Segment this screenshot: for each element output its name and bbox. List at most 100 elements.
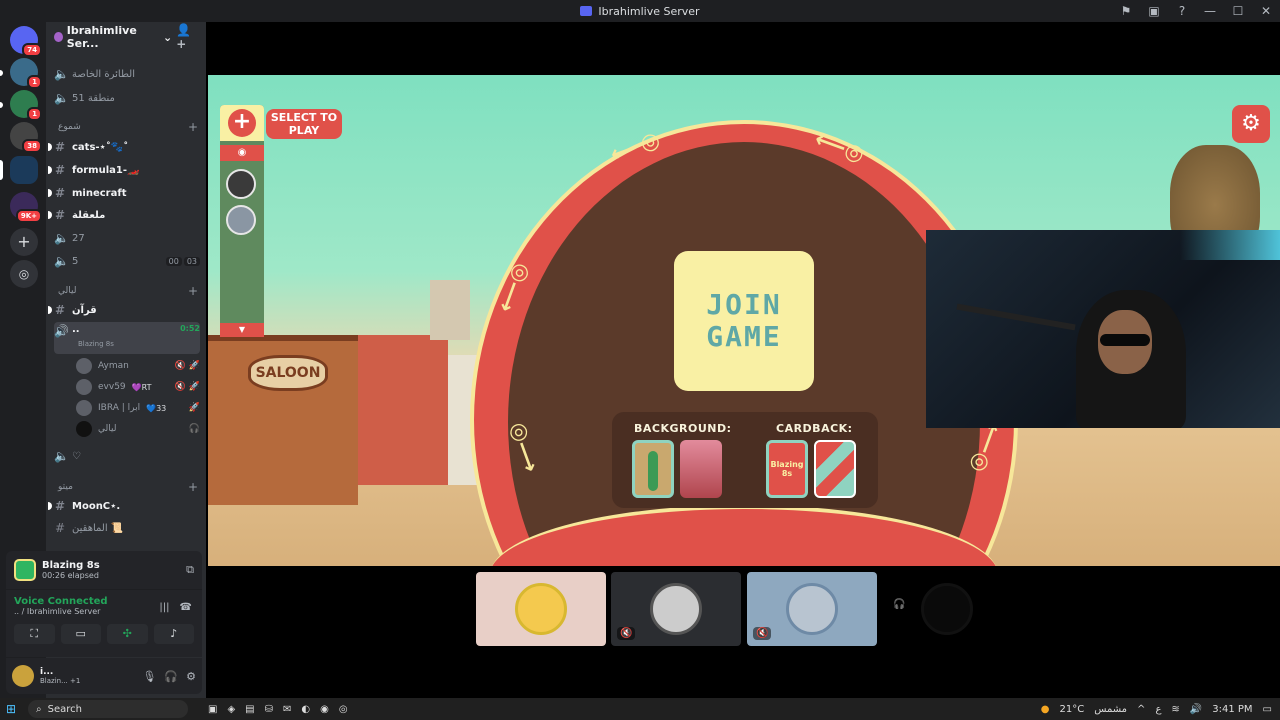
text-channel-quran[interactable]: # قرآن [48,300,200,320]
server-icon[interactable]: 1 [10,58,42,89]
ibrahimlive-server-icon[interactable] [10,156,38,184]
weather-temp[interactable]: 21°C [1060,704,1085,715]
text-channel-moonc[interactable]: # MoonC⋆. [48,496,200,516]
add-channel-icon[interactable]: + [188,480,198,494]
voice-channel[interactable]: 🔈 منطقة 51 [54,88,200,108]
add-server-icon[interactable]: + [10,228,38,256]
cardback-option-stripes[interactable] [814,440,856,498]
add-channel-icon[interactable]: + [188,284,198,298]
server-icon[interactable]: 9K+ [10,192,42,223]
window-title: Ibrahimlive Server [580,5,700,18]
user-name[interactable]: i... [40,667,80,677]
voice-user-name: Ayman [98,361,129,371]
channel-name: ♡ [72,450,81,462]
text-channel-minecraft[interactable]: # minecraft [48,183,200,203]
activity-button[interactable]: ✣ [107,624,148,644]
unread-dot [48,166,52,174]
scroll-down-icon[interactable]: ▼ [220,323,264,337]
microphone-arm [956,303,1076,331]
activity-panel[interactable]: Blazing 8s 00:26 elapsed ⧉ [6,551,202,589]
selected-pill [0,160,3,180]
category-header[interactable]: ميتو + [58,480,198,494]
settings-gear-icon[interactable]: ⚙ [186,670,196,683]
voice-user[interactable]: evv59 💜RT 🔇 🚀 [76,377,200,397]
unread-dot [48,143,52,151]
category-header[interactable]: شموع + [58,120,198,134]
clock[interactable]: 3:41 PM [1212,704,1252,715]
screen-share-button[interactable]: ▭ [60,624,101,644]
background-option-canyon[interactable] [680,440,722,498]
task-view-icon[interactable]: ▣ [208,704,217,715]
voice-channel[interactable]: 🔈 ♡ [54,446,200,466]
server-badge: 1 [27,107,42,121]
voice-channel[interactable]: 🔈 5 00 03 [54,251,200,271]
server-header[interactable]: Ibrahimlive Ser... ⌄ 👤+ [46,22,206,52]
deafened-icon: 🎧 [188,424,200,434]
channel-name: cats-⋆˚🐾˚ [72,141,129,153]
hash-icon: # [54,499,66,513]
text-channel[interactable]: # الماهقين 📜 [54,518,200,538]
popout-icon[interactable]: ⧉ [186,563,194,577]
noise-suppression-icon[interactable]: ||| [159,602,169,613]
channel-name: formula1-🏎️ [72,164,140,176]
copilot-icon[interactable]: ◈ [227,704,235,715]
chrome-icon[interactable]: ◎ [339,704,348,715]
add-channel-icon[interactable]: + [188,120,198,134]
select-to-play-button[interactable]: + [220,105,264,141]
explore-icon[interactable]: ◎ [10,260,38,288]
voice-channel[interactable]: 🔈 الطائرة الخاصة [54,64,200,84]
file-explorer-icon[interactable]: ▤ [245,704,254,715]
discord-icon[interactable]: ◉ [320,704,329,715]
speaker-icon: 🔈 [54,449,69,463]
voice-user[interactable]: Ayman 🔇 🚀 [76,356,200,376]
wifi-icon[interactable]: ≋ [1171,704,1179,715]
screen-icon[interactable]: ▣ [1140,4,1168,18]
inbox-icon[interactable]: ⚑ [1112,4,1140,18]
participant-tile[interactable]: 🎧 [882,572,1012,646]
taskbar-search[interactable]: ⌕ Search [28,700,188,718]
bell-tower [430,280,470,340]
mail-icon[interactable]: ✉ [283,704,291,715]
maximize-button[interactable]: ☐ [1224,4,1252,18]
direct-messages-button[interactable]: 74 [10,26,42,57]
edge-icon[interactable]: ◐ [301,704,310,715]
disconnect-icon[interactable]: ☎ [180,602,192,613]
cardback-option-blazing[interactable]: Blazing 8s [766,440,808,498]
participant-tile[interactable]: 🔇 [747,572,877,646]
join-game-button[interactable]: JOIN GAME [674,251,814,391]
server-icon[interactable]: 1 [10,90,42,121]
user-avatar[interactable] [12,665,34,687]
spectator-avatar [226,169,256,199]
voice-channel[interactable]: 🔈 27 [54,228,200,248]
active-voice-channel[interactable]: 🔊 .. 0:52 Blazing 8s [54,322,200,354]
notifications-icon[interactable]: ▭ [1263,704,1272,715]
text-channel-formula1[interactable]: # formula1-🏎️ [48,160,200,180]
text-channel-cats[interactable]: # cats-⋆˚🐾˚ [48,137,200,157]
participant-tile[interactable] [476,572,606,646]
background-option-cactus[interactable] [632,440,674,498]
server-icon[interactable]: 38 [10,122,42,153]
close-button[interactable]: ✕ [1252,4,1280,18]
voice-user[interactable]: IBRA | ابرا 💙33 🚀 [76,398,200,418]
voice-user[interactable]: ليالي 🎧 [76,419,200,439]
microphone-icon[interactable]: 🎙 [142,670,156,683]
store-icon[interactable]: ⛁ [265,704,273,715]
add-member-icon[interactable]: 👤+ [176,23,198,51]
hash-icon: # [54,163,66,177]
text-channel[interactable]: # ملعقلة [48,205,200,225]
participant-tile[interactable]: 🔇 [611,572,741,646]
category-header[interactable]: ليالي + [58,284,198,298]
volume-icon[interactable]: 🔊 [1190,704,1202,715]
minimize-button[interactable]: — [1196,4,1224,18]
cactus-icon [648,451,658,491]
help-icon[interactable]: ? [1168,4,1196,18]
weather-text[interactable]: مشمس [1094,704,1127,715]
game-settings-gear-icon[interactable]: ⚙ [1232,105,1270,143]
tray-chevron-icon[interactable]: ^ [1137,704,1145,715]
soundboard-button[interactable]: ♪ [153,624,194,644]
camera-off-button[interactable]: ⛶ [14,624,55,644]
windows-start-icon[interactable]: ⊞ [0,702,22,716]
input-language[interactable]: ع [1155,704,1161,715]
headphones-icon[interactable]: 🎧 [164,670,178,683]
select-to-play-label[interactable]: SELECT TO PLAY [266,109,342,139]
